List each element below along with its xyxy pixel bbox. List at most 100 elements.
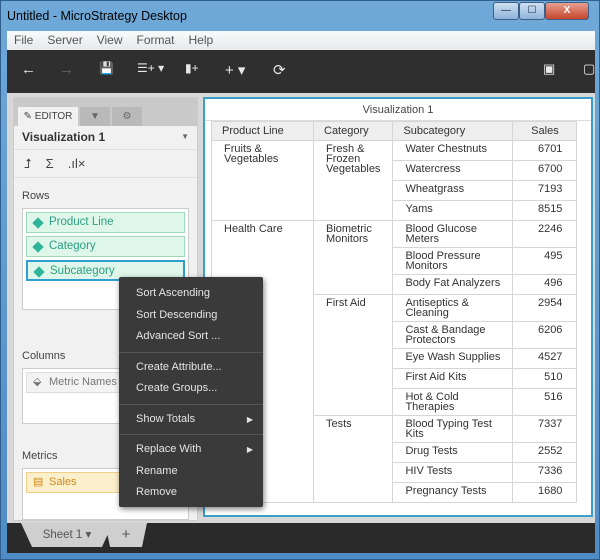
cell-sales[interactable]: 1680 (512, 482, 578, 503)
totals-icon[interactable]: Σ (46, 156, 54, 171)
visualization-name: Visualization 1 (22, 130, 106, 144)
cell-subcategory[interactable]: Blood Glucose Meters (392, 220, 514, 248)
cell-category[interactable]: First Aid (312, 294, 394, 416)
menu-item-advanced-sort[interactable]: Advanced Sort ... (119, 326, 263, 348)
display-icon[interactable]: ▢ (583, 61, 595, 77)
header-category[interactable]: Category (312, 121, 394, 141)
cell-sales[interactable]: 8515 (512, 200, 578, 221)
cell-sales[interactable]: 2954 (512, 294, 578, 322)
cell-subcategory[interactable]: Pregnancy Tests (392, 482, 514, 503)
tab-editor-label: EDITOR (34, 111, 73, 122)
cell-sales[interactable]: 6700 (512, 160, 578, 181)
menu-format[interactable]: Format (129, 31, 181, 50)
menu-item-sort-descending[interactable]: Sort Descending (119, 305, 263, 327)
menu-item-rename[interactable]: Rename (119, 461, 263, 483)
settings-icon[interactable]: ⚙ (112, 107, 142, 126)
undo-icon[interactable]: ← (21, 61, 36, 78)
row-pill-category[interactable]: Category (26, 236, 185, 257)
tab-editor[interactable]: ✎ EDITOR (18, 107, 78, 126)
header-subcategory[interactable]: Subcategory (392, 121, 514, 141)
toolbar: ← → 💾 ☰+ ▾ ▮+ + ▾ ⟳ ▣ ▢ (7, 50, 595, 93)
refresh-icon[interactable]: ⟳ (273, 61, 286, 79)
cell-subcategory[interactable]: Cast & Bandage Protectors (392, 321, 514, 349)
menu-file[interactable]: File (7, 31, 40, 50)
cell-sales[interactable]: 6206 (512, 321, 578, 349)
menu-item-create-groups[interactable]: Create Groups... (119, 378, 263, 400)
menu-item-label: Advanced Sort ... (136, 330, 221, 342)
cell-product-line[interactable]: Fruits & Vegetables (211, 140, 314, 221)
tab-sheet-1[interactable]: Sheet 1 ▾ (21, 523, 113, 547)
cell-sales[interactable]: 495 (512, 247, 578, 275)
cell-category[interactable]: Biometric Monitors (312, 220, 394, 295)
cell-subcategory[interactable]: Antiseptics & Cleaning (392, 294, 514, 322)
presentation-icon[interactable]: ▣ (543, 61, 555, 77)
row-pill-product-line[interactable]: Product Line (26, 212, 185, 233)
add-sheet-button[interactable]: + (105, 523, 147, 547)
redo-icon[interactable]: → (59, 61, 74, 78)
pill-label: Product Line (49, 216, 114, 228)
menu-item-replace-with[interactable]: Replace With ▶ (119, 439, 263, 461)
cell-subcategory[interactable]: Drug Tests (392, 442, 514, 463)
menu-item-create-attribute[interactable]: Create Attribute... (119, 357, 263, 379)
cell-subcategory[interactable]: Hot & Cold Therapies (392, 388, 514, 416)
menu-item-label: Rename (136, 464, 178, 477)
attribute-icon (32, 217, 44, 229)
menu-item-remove[interactable]: Remove (119, 482, 263, 504)
cell-sales[interactable]: 6701 (512, 140, 578, 161)
cell-sales[interactable]: 7193 (512, 180, 578, 201)
menu-item-sort-ascending[interactable]: Sort Ascending (119, 283, 263, 305)
table-row: Health Care Biometric Monitors Blood Gluco… (211, 220, 578, 503)
cell-sales[interactable]: 7336 (512, 462, 578, 483)
menu-bar: File Server View Format Help (7, 31, 595, 50)
attribute-icon (33, 266, 45, 278)
rows-label: Rows (22, 190, 50, 202)
cell-category[interactable]: Fresh & Frozen Vegetables (312, 140, 394, 221)
cell-subcategory[interactable]: First Aid Kits (392, 368, 514, 389)
visualization-selector[interactable]: Visualization 1 ▼ (14, 126, 197, 150)
chevron-down-icon: ▼ (181, 132, 189, 141)
minimize-button[interactable]: — (493, 2, 519, 20)
menu-item-label: Sort Descending (136, 308, 218, 321)
menu-view[interactable]: View (90, 31, 130, 50)
cell-sales[interactable]: 7337 (512, 415, 578, 443)
cell-category[interactable]: Tests (312, 415, 394, 503)
cell-sales[interactable]: 2246 (512, 220, 578, 248)
menu-server[interactable]: Server (40, 31, 89, 50)
menu-item-label: Show Totals (136, 412, 196, 425)
maximize-button[interactable]: ☐ (519, 2, 545, 20)
cell-sales[interactable]: 516 (512, 388, 578, 416)
pill-label: Sales (49, 476, 77, 488)
cell-subcategory[interactable]: Blood Pressure Monitors (392, 247, 514, 275)
filter-icon[interactable]: ▼ (80, 107, 110, 126)
menu-item-label: Create Attribute... (136, 360, 222, 373)
pill-label: Category (49, 240, 96, 252)
add-icon[interactable]: + ▾ (225, 61, 245, 79)
close-button[interactable]: X (545, 2, 589, 20)
cell-subcategory[interactable]: Eye Wash Supplies (392, 348, 514, 369)
cell-subcategory[interactable]: Watercress (392, 160, 514, 181)
swap-axes-icon[interactable]: ⮥ (24, 156, 32, 171)
cell-subcategory[interactable]: Body Fat Analyzers (392, 274, 514, 295)
cell-sales[interactable]: 496 (512, 274, 578, 295)
content-area: ✎ EDITOR ▼ ⚙ Visualization 1 ▼ ⮥ Σ .ıl× Row… (7, 93, 595, 523)
chart-options-icon[interactable]: .ıl× (68, 156, 86, 171)
metric-icon: ▤ (33, 476, 44, 488)
cell-subcategory[interactable]: Blood Typing Test Kits (392, 415, 514, 443)
header-product-line[interactable]: Product Line (211, 121, 314, 141)
cell-subcategory[interactable]: Wheatgrass (392, 180, 514, 201)
cell-subcategory[interactable]: Yams (392, 200, 514, 221)
cell-subcategory[interactable]: Water Chestnuts (392, 140, 514, 161)
header-sales[interactable]: Sales (512, 121, 578, 141)
cell-sales[interactable]: 4527 (512, 348, 578, 369)
save-icon[interactable]: 💾 (99, 61, 114, 75)
menu-item-label: Sort Ascending (136, 287, 210, 299)
submenu-arrow-icon: ▶ (246, 414, 253, 424)
insert-visualization-icon[interactable]: ▮+ (185, 61, 199, 75)
cell-sales[interactable]: 510 (512, 368, 578, 389)
pill-label: Metric Names (49, 376, 117, 388)
menu-help[interactable]: Help (182, 31, 221, 50)
add-data-icon[interactable]: ☰+ ▾ (137, 61, 164, 75)
cell-subcategory[interactable]: HIV Tests (392, 462, 514, 483)
cell-sales[interactable]: 2552 (512, 442, 578, 463)
menu-item-show-totals[interactable]: Show Totals ▶ (119, 409, 263, 431)
